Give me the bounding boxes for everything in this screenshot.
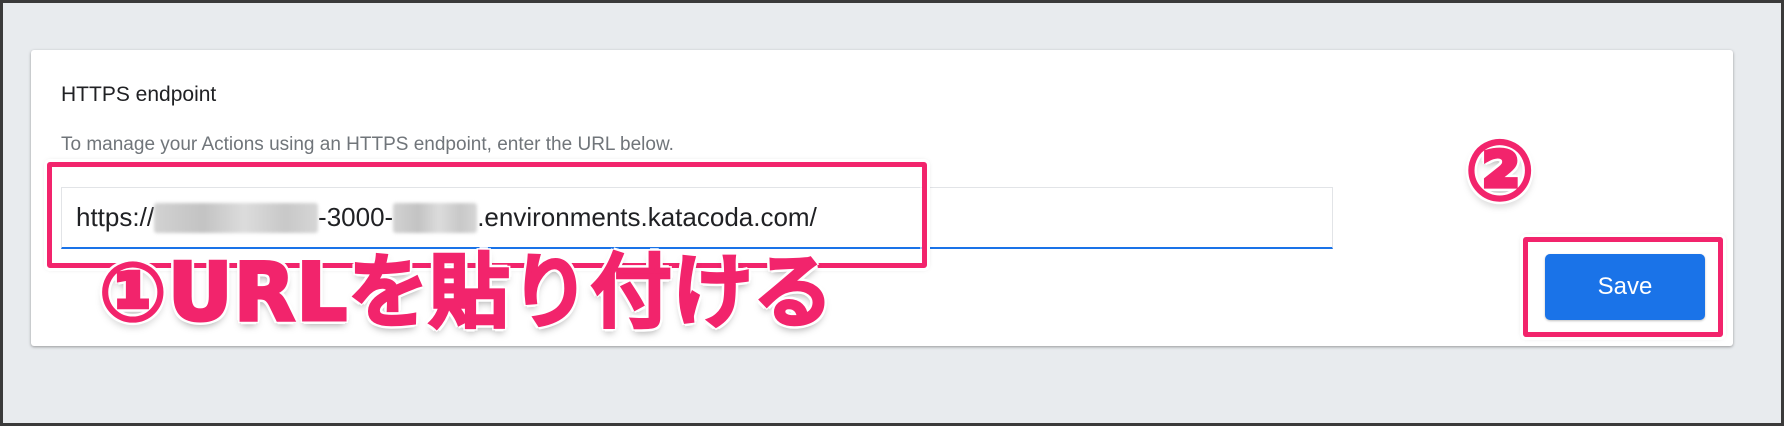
step2-annotation: ② [1463,124,1535,219]
step1-annotation: ①URLを貼り付ける [97,246,835,339]
section-title: HTTPS endpoint [61,83,217,106]
save-highlight-box [1523,237,1723,337]
screenshot-frame: HTTPS endpoint To manage your Actions us… [0,0,1784,426]
section-description: To manage your Actions using an HTTPS en… [61,134,674,155]
